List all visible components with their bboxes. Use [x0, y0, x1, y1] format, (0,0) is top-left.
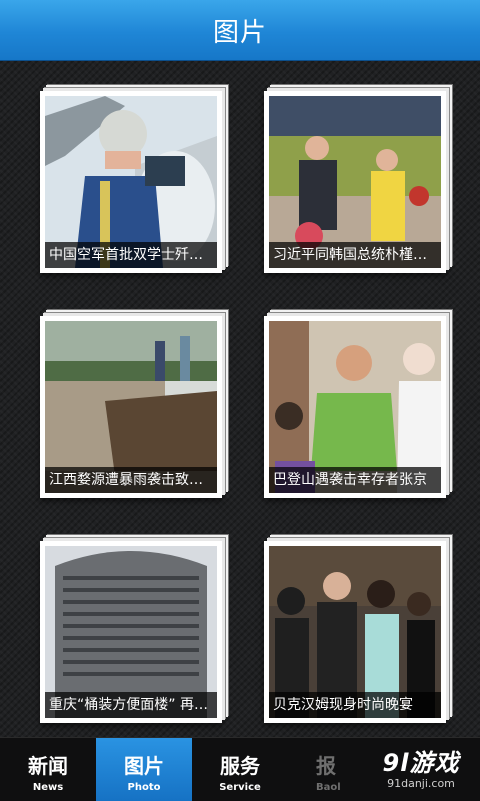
tab-news[interactable]: 新闻 News [0, 738, 96, 801]
tab-sublabel: News [32, 782, 64, 793]
page-title: 图片 [212, 17, 267, 48]
watermark-logo: 9l游戏 [382, 749, 460, 777]
tab-sublabel: Service [219, 782, 261, 793]
tab-label: 新闻 [28, 754, 68, 778]
photo-caption: 中国空军首批双学士歼击机女飞行员 [45, 242, 217, 268]
photo-caption: 江西婺源遭暴雨袭击致河岸垮塌 [45, 467, 217, 493]
tab-label: 图片 [124, 754, 164, 778]
tab-service[interactable]: 服务 Service [192, 738, 288, 801]
tab-photo[interactable]: 图片 Photo [96, 738, 192, 801]
photo-caption: 重庆“桶装方便面楼” 再引热议 [45, 692, 217, 718]
site-watermark: 9l游戏 91danji.com [374, 748, 468, 796]
photo-card[interactable]: 中国空军首批双学士歼击机女飞行员 [40, 91, 222, 273]
photo-caption: 习近平同韩国总统朴槿惠会谈 [269, 242, 441, 268]
photo-gallery: 中国空军首批双学士歼击机女飞行员 习近平同韩国总统朴槿惠会谈 [0, 61, 480, 737]
tab-sublabel: Baol [316, 782, 341, 793]
photo-card[interactable]: 重庆“桶装方便面楼” 再引热议 [40, 541, 222, 723]
tab-label: 报 [316, 754, 336, 778]
tab-baoliao[interactable]: 报 Baol [288, 738, 358, 801]
photo-caption: 巴登山遇袭击幸存者张京 [269, 467, 441, 493]
photo-caption: 贝克汉姆现身时尚晚宴 [269, 692, 441, 718]
tab-sublabel: Photo [127, 782, 161, 793]
photo-card[interactable]: 江西婺源遭暴雨袭击致河岸垮塌 [40, 316, 222, 498]
app-header: 图片 [0, 0, 480, 61]
photo-card[interactable]: 巴登山遇袭击幸存者张京 [264, 316, 446, 498]
photo-card[interactable]: 贝克汉姆现身时尚晚宴 [264, 541, 446, 723]
watermark-url: 91danji.com [387, 777, 455, 790]
photo-card[interactable]: 习近平同韩国总统朴槿惠会谈 [264, 91, 446, 273]
tab-label: 服务 [220, 754, 260, 778]
